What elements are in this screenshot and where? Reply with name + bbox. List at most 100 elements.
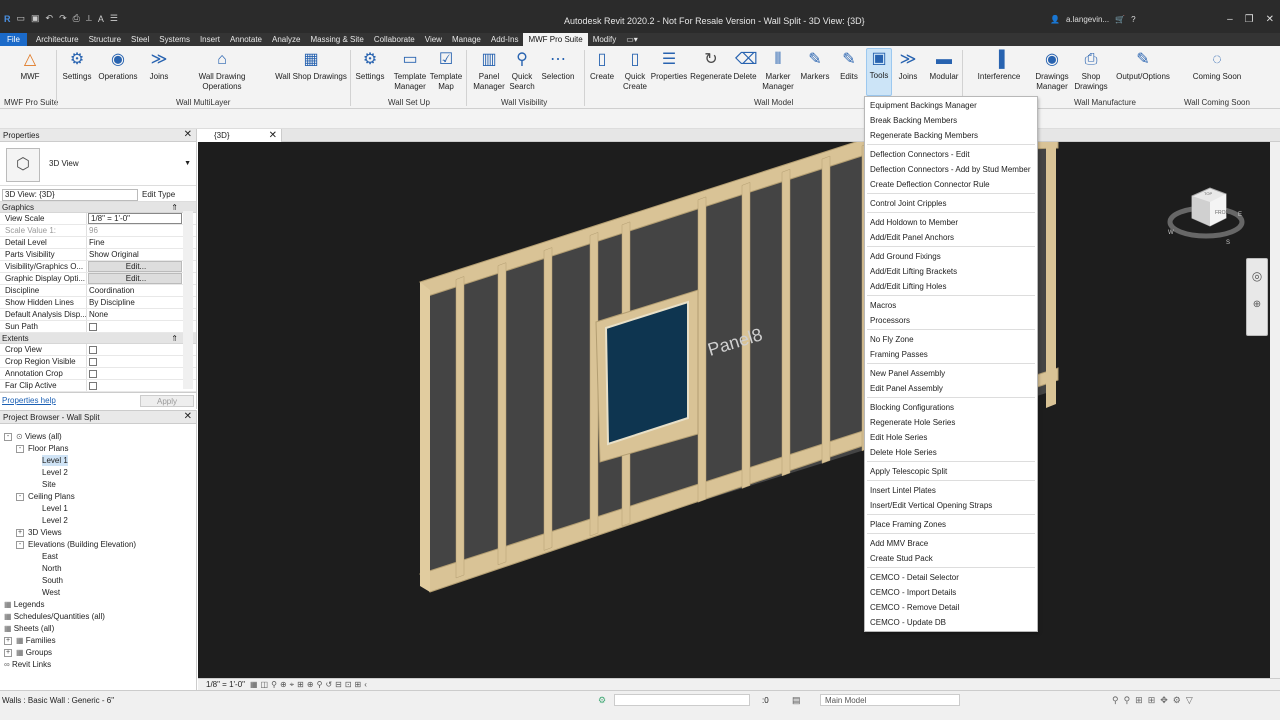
menu-item[interactable]: Place Framing Zones — [870, 520, 946, 530]
property-value[interactable]: Coordination — [87, 285, 184, 296]
menu-item[interactable]: Add/Edit Panel Anchors — [870, 233, 954, 243]
apply-button[interactable]: Apply — [140, 395, 194, 407]
view-tab[interactable]: {3D} ✕ — [198, 129, 282, 142]
property-value[interactable]: Edit... — [88, 261, 182, 272]
properties-button[interactable]: ☰ Properties — [650, 50, 688, 82]
drawings-manager-button[interactable]: ◉ Drawings Manager — [1034, 50, 1070, 92]
revit-logo-icon[interactable]: R — [4, 14, 11, 24]
minimize-icon[interactable]: – — [1227, 14, 1233, 25]
property-value[interactable]: Fine — [87, 237, 184, 248]
tab-modify[interactable]: Modify — [588, 33, 622, 46]
tab-view[interactable]: View — [420, 33, 447, 46]
expand-icon[interactable]: - — [16, 444, 24, 453]
user-icon[interactable]: 👤 — [1050, 15, 1060, 24]
worksets-icon[interactable]: ⚙ — [598, 695, 606, 706]
workset-selector[interactable] — [614, 694, 750, 706]
tab-manage[interactable]: Manage — [447, 33, 486, 46]
property-value[interactable] — [87, 321, 184, 332]
menu-item[interactable]: CEMCO - Remove Detail — [870, 603, 959, 613]
tab-massing-site[interactable]: Massing & Site — [305, 33, 368, 46]
browser-east[interactable]: East — [42, 551, 58, 562]
menu-item[interactable]: Edit Panel Assembly — [870, 384, 943, 394]
menu-item[interactable]: Blocking Configurations — [870, 403, 954, 413]
help-icon[interactable]: ? — [1131, 15, 1135, 24]
wall-drawing-operations-button[interactable]: ⌂ Wall Drawing Operations — [178, 50, 266, 92]
menu-item[interactable]: Add/Edit Lifting Holes — [870, 282, 947, 292]
close-icon[interactable]: ✕ — [184, 411, 192, 423]
browser-ceiling-level-1[interactable]: Level 1 — [42, 503, 68, 514]
open-icon[interactable]: ▭ — [17, 13, 26, 24]
property-value[interactable] — [87, 368, 184, 379]
edit-type-button[interactable]: Edit Type — [142, 189, 175, 201]
browser-families[interactable]: + ▦ Families — [4, 635, 56, 646]
steering-wheel-icon[interactable]: ◎ — [1247, 269, 1267, 283]
save-icon[interactable]: ▣ — [31, 13, 40, 24]
menu-item[interactable]: Regenerate Hole Series — [870, 418, 955, 428]
checkbox[interactable] — [89, 358, 97, 366]
tab-insert[interactable]: Insert — [195, 33, 225, 46]
browser-groups[interactable]: + ▦ Groups — [4, 647, 52, 658]
output-options-button[interactable]: ✎ Output/Options — [1114, 50, 1172, 82]
browser-schedules[interactable]: ▦ Schedules/Quantities (all) — [4, 611, 105, 622]
tab-toggle-icon[interactable]: ▭▾ — [621, 33, 643, 46]
menu-item[interactable]: Framing Passes — [870, 350, 928, 360]
menu-item[interactable]: New Panel Assembly — [870, 369, 945, 379]
coming-soon-button[interactable]: ◌ Coming Soon — [1192, 50, 1242, 82]
tab-analyze[interactable]: Analyze — [267, 33, 305, 46]
menu-item[interactable]: Edit Hole Series — [870, 433, 927, 443]
modular-button[interactable]: ▬ Modular — [928, 50, 960, 82]
menu-item[interactable]: Delete Hole Series — [870, 448, 937, 458]
checkbox[interactable] — [89, 370, 97, 378]
selection-filter-icons[interactable]: ⚲⚲⊞⊞✥⚙▽ — [1112, 695, 1198, 706]
browser-3d-views[interactable]: +3D Views — [16, 527, 62, 538]
browser-floor-plans[interactable]: - Floor Plans — [16, 443, 68, 454]
menu-item[interactable]: Insert/Edit Vertical Opening Straps — [870, 501, 992, 511]
design-option-selector[interactable]: Main Model — [820, 694, 960, 706]
type-selector[interactable]: ⬡ 3D View ▼ — [0, 142, 196, 186]
menu-item[interactable]: CEMCO - Import Details — [870, 588, 956, 598]
collapse-icon[interactable]: ⇑ — [171, 333, 178, 344]
wall-shop-drawings-button[interactable]: ▦ Wall Shop Drawings — [273, 50, 349, 82]
checkbox[interactable] — [89, 382, 97, 390]
menu-item[interactable]: Create Stud Pack — [870, 554, 933, 564]
menu-item[interactable]: CEMCO - Detail Selector — [870, 573, 959, 583]
tools-button[interactable]: ▣ Tools — [866, 48, 892, 96]
browser-west[interactable]: West — [42, 587, 60, 598]
scrollbar[interactable] — [1270, 142, 1280, 678]
edits-button[interactable]: ✎ Edits — [838, 50, 860, 82]
property-value[interactable] — [87, 380, 184, 391]
tab-steel[interactable]: Steel — [126, 33, 154, 46]
close-icon[interactable]: ✕ — [1266, 14, 1274, 25]
browser-legends[interactable]: ▦ Legends — [4, 599, 44, 610]
property-value[interactable]: Edit... — [88, 273, 182, 284]
browser-level-1[interactable]: Level 1 — [42, 455, 68, 466]
marker-manager-button[interactable]: ⫴ Marker Manager — [760, 50, 796, 92]
quick-create-button[interactable]: ▯ Quick Create — [620, 50, 650, 92]
tab-structure[interactable]: Structure — [84, 33, 126, 46]
collapse-icon[interactable]: ⇑ — [171, 202, 178, 213]
property-value[interactable]: None — [87, 309, 184, 320]
close-icon[interactable]: ✕ — [269, 129, 277, 142]
property-value[interactable]: 96 — [87, 225, 184, 236]
tab-annotate[interactable]: Annotate — [225, 33, 267, 46]
tab-architecture[interactable]: Architecture — [31, 33, 84, 46]
chevron-down-icon[interactable]: ▼ — [184, 160, 191, 167]
property-value[interactable]: 1/8" = 1'-0" — [88, 213, 182, 224]
regenerate-button[interactable]: ↻ Regenerate — [690, 50, 732, 82]
property-value[interactable]: Show Original — [87, 249, 184, 260]
close-icon[interactable]: ✕ — [184, 129, 192, 141]
view-cube[interactable]: FRONT TOP W S E — [1166, 178, 1246, 248]
print-icon[interactable]: ⎙ — [73, 13, 80, 24]
sun-path-checkbox[interactable] — [89, 323, 97, 331]
menu-item[interactable]: Deflection Connectors - Add by Stud Memb… — [870, 165, 1031, 175]
thin-lines-icon[interactable]: ☰ — [110, 13, 118, 24]
expand-icon[interactable]: + — [4, 648, 12, 657]
template-map-button[interactable]: ☑ Template Map — [428, 50, 464, 92]
browser-site[interactable]: Site — [42, 479, 56, 490]
text-icon[interactable]: A — [98, 14, 104, 24]
menu-item[interactable]: Add/Edit Lifting Brackets — [870, 267, 957, 277]
menu-item[interactable]: Equipment Backings Manager — [870, 101, 977, 111]
expand-icon[interactable]: + — [4, 636, 12, 645]
browser-revit-links[interactable]: ∞ Revit Links — [4, 659, 51, 670]
restore-icon[interactable]: ❐ — [1245, 14, 1254, 25]
